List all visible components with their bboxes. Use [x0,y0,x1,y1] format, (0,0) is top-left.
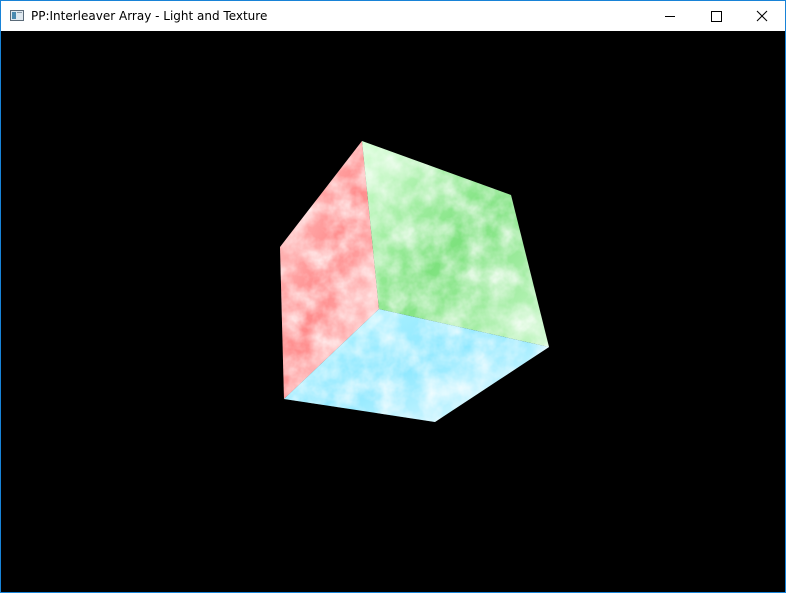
maximize-icon [711,11,722,22]
textured-cube [280,141,549,422]
app-window: PP:Interleaver Array - Light and Texture [0,0,786,593]
maximize-button[interactable] [693,1,739,31]
window-title: PP:Interleaver Array - Light and Texture [31,9,268,23]
close-icon [756,10,768,22]
close-button[interactable] [739,1,785,31]
minimize-button[interactable] [647,1,693,31]
title-bar[interactable]: PP:Interleaver Array - Light and Texture [1,1,785,31]
minimize-icon [665,16,675,17]
render-viewport[interactable] [1,31,785,592]
app-window-icon [10,10,24,21]
